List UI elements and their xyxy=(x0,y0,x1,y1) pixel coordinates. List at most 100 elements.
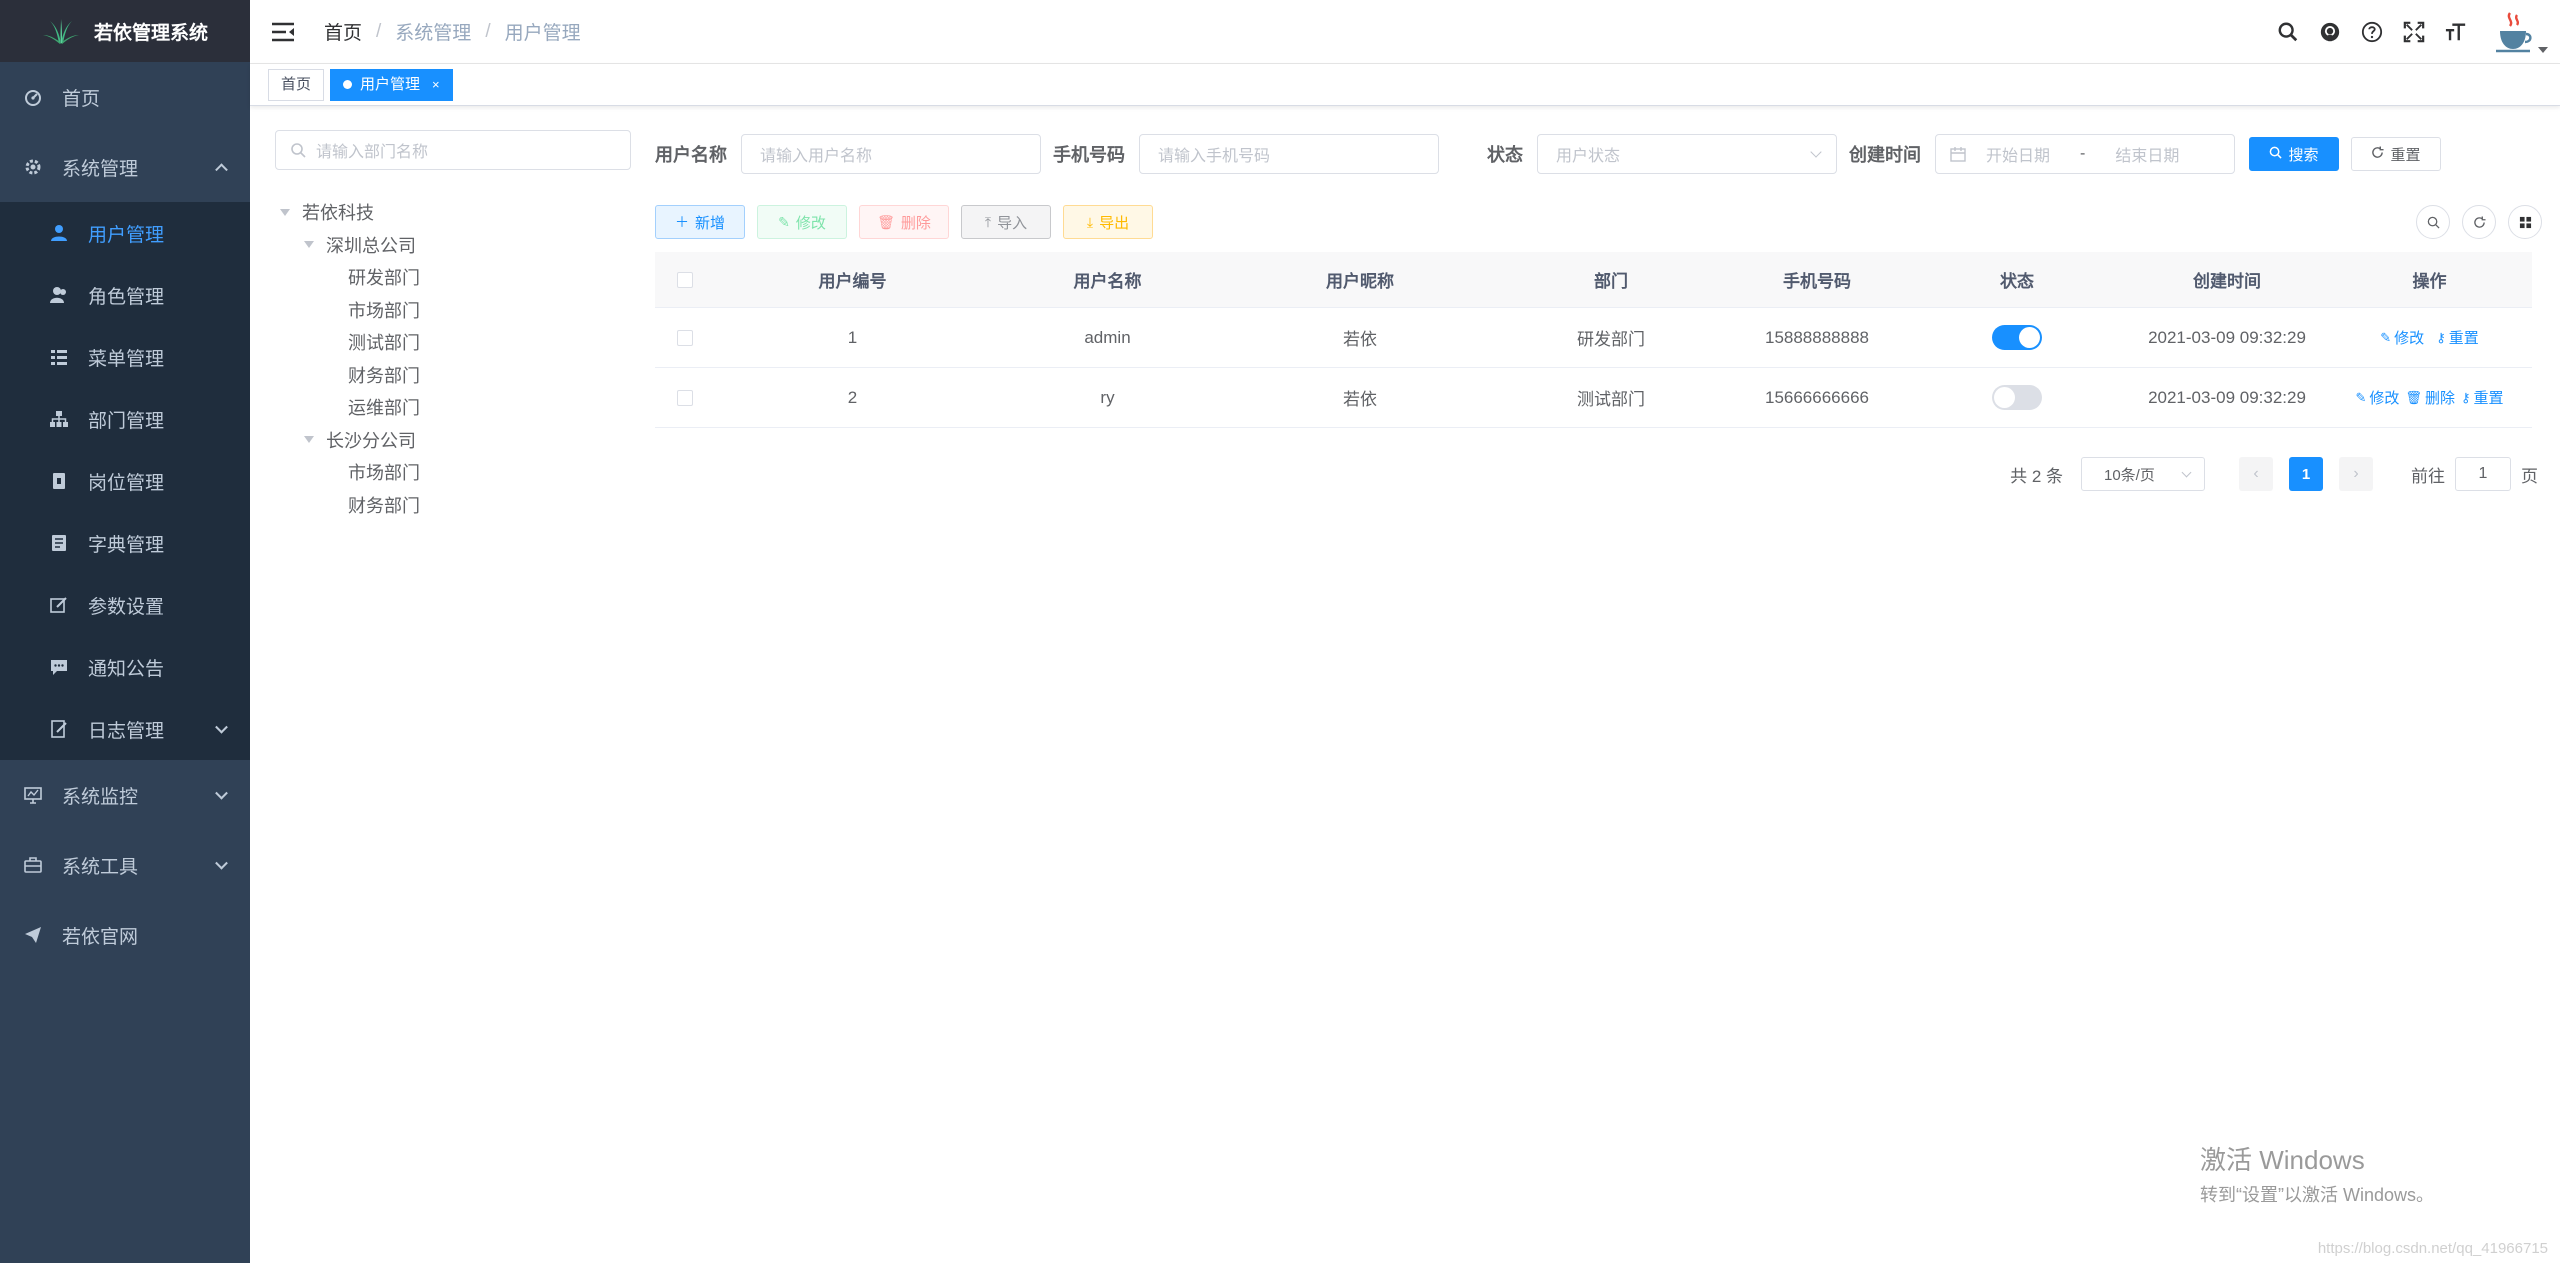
toggle-search-button[interactable] xyxy=(2416,205,2450,239)
page-size-value: 10条/页 xyxy=(2104,466,2155,484)
edit-link[interactable]: ✎ 修改 xyxy=(2380,327,2424,348)
edit-icon: ✎ xyxy=(2355,389,2367,405)
tree-node[interactable]: 测试部门 xyxy=(280,326,420,359)
edit-button[interactable]: ✎ 修改 xyxy=(757,205,847,239)
reset-link-label: 重置 xyxy=(2473,390,2504,407)
sidebar-item-tools[interactable]: 系统工具 xyxy=(0,830,250,900)
breadcrumb-home[interactable]: 首页 xyxy=(324,18,362,45)
sidebar-item-label: 岗位管理 xyxy=(88,472,165,494)
tree-node-label: 市场部门 xyxy=(348,300,420,321)
delete-button[interactable]: 🗑 删除 xyxy=(859,205,949,239)
tag-user-management[interactable]: 用户管理 × xyxy=(330,68,453,101)
sidebar-item-monitor[interactable]: 系统监控 xyxy=(0,760,250,830)
column-header: 状态 xyxy=(2000,272,2034,291)
next-page-button[interactable]: › xyxy=(2339,457,2373,491)
close-icon[interactable]: × xyxy=(432,70,440,100)
caret-down-icon xyxy=(2538,47,2548,53)
user-id-cell: 1 xyxy=(847,327,858,347)
avatar[interactable] xyxy=(2490,9,2548,55)
goto-page-input[interactable]: 1 xyxy=(2455,457,2511,491)
dept-cell: 测试部门 xyxy=(1577,390,1645,409)
right-toolbar xyxy=(2404,205,2542,239)
status-switch[interactable] xyxy=(1992,385,2042,410)
sidebar-item-label: 参数设置 xyxy=(88,596,165,618)
reset-password-link[interactable]: ⚷ 重置 xyxy=(2436,327,2479,348)
download-icon: ⤓ xyxy=(1086,213,1094,230)
caret-down-icon[interactable] xyxy=(304,436,314,444)
reset-button[interactable]: 重置 xyxy=(2351,137,2441,171)
hamburger-icon[interactable] xyxy=(270,21,296,43)
tree-node[interactable]: 财务部门 xyxy=(280,489,420,522)
status-switch[interactable] xyxy=(1992,325,2042,350)
select-all-checkbox[interactable] xyxy=(677,271,693,288)
sidebar-item-notice[interactable]: 通知公告 xyxy=(0,636,250,698)
page-size-select[interactable]: 10条/页 xyxy=(2081,457,2205,491)
tree-node[interactable]: 若依科技 xyxy=(280,196,420,229)
export-button[interactable]: ⤓ 导出 xyxy=(1063,205,1153,239)
sidebar-item-menu-management[interactable]: 菜单管理 xyxy=(0,326,250,388)
send-icon xyxy=(24,926,42,944)
sidebar-item-role-management[interactable]: 角色管理 xyxy=(0,264,250,326)
caret-down-icon[interactable] xyxy=(304,241,314,249)
sidebar: 若依管理系统 首页 系统管理 用户管理 角色管理 菜单管理 部门管理 岗位管理 … xyxy=(0,0,250,1263)
tree-node[interactable]: 深圳总公司 xyxy=(280,229,420,262)
tree-node[interactable]: 长沙分公司 xyxy=(280,424,420,457)
date-range-picker[interactable]: 开始日期 - 结束日期 xyxy=(1935,134,2235,174)
page-number-current[interactable]: 1 xyxy=(2289,457,2323,491)
sidebar-item-log-management[interactable]: 日志管理 xyxy=(0,698,250,760)
search-button[interactable]: 搜索 xyxy=(2249,137,2339,171)
sidebar-item-system[interactable]: 系统管理 xyxy=(0,132,250,202)
tree-node[interactable]: 财务部门 xyxy=(280,359,420,392)
table-toolbar: ＋ 新增 ✎ 修改 🗑 删除 ⤒ 导入 ⤓ 导出 xyxy=(655,205,1165,239)
tree-node-label: 深圳总公司 xyxy=(326,235,416,256)
edit-icon: ✎ xyxy=(778,213,790,230)
columns-button[interactable] xyxy=(2508,205,2542,239)
github-icon[interactable] xyxy=(2318,20,2342,44)
font-size-icon[interactable] xyxy=(2444,20,2468,44)
tree-node[interactable]: 研发部门 xyxy=(280,261,420,294)
tree-node-label: 财务部门 xyxy=(348,365,420,386)
fullscreen-icon[interactable] xyxy=(2402,20,2426,44)
sidebar-item-user-management[interactable]: 用户管理 xyxy=(0,202,250,264)
pagination: 共 2 条 10条/页 ‹ 1 › 前往 1 页 xyxy=(2010,456,2538,492)
main-content: 请输入部门名称 若依科技 深圳总公司 研发部门 市场部门 测试部门 财务部门 运… xyxy=(250,106,2560,1263)
tree-node[interactable]: 市场部门 xyxy=(280,456,420,489)
refresh-button[interactable] xyxy=(2462,205,2496,239)
chevron-left-icon: ‹ xyxy=(2253,465,2259,482)
caret-down-icon[interactable] xyxy=(280,208,290,216)
sidebar-item-label: 字典管理 xyxy=(88,534,165,556)
dept-search-input[interactable]: 请输入部门名称 xyxy=(275,130,631,170)
sidebar-item-dict-management[interactable]: 字典管理 xyxy=(0,512,250,574)
row-checkbox[interactable] xyxy=(677,389,693,406)
sidebar-item-post-management[interactable]: 岗位管理 xyxy=(0,450,250,512)
sidebar-item-dept-management[interactable]: 部门管理 xyxy=(0,388,250,450)
search-button-label: 搜索 xyxy=(2288,146,2319,164)
question-icon[interactable] xyxy=(2360,20,2384,44)
sidebar-item-param-settings[interactable]: 参数设置 xyxy=(0,574,250,636)
phone-input[interactable]: 请输入手机号码 xyxy=(1139,134,1439,174)
status-select[interactable]: 用户状态 xyxy=(1537,134,1837,174)
sidebar-item-label: 角色管理 xyxy=(88,286,165,308)
row-checkbox[interactable] xyxy=(677,329,693,346)
phone-placeholder: 请输入手机号码 xyxy=(1158,148,1271,165)
username-input[interactable]: 请输入用户名称 xyxy=(741,134,1041,174)
add-button[interactable]: ＋ 新增 xyxy=(655,205,745,239)
tag-home[interactable]: 首页 xyxy=(268,68,325,101)
sidebar-item-label: 系统监控 xyxy=(62,786,139,808)
edit-link[interactable]: ✎ 修改 xyxy=(2356,387,2400,408)
sidebar-item-website[interactable]: 若依官网 xyxy=(0,900,250,970)
delete-link[interactable]: 🗑 删除 xyxy=(2405,387,2455,408)
tree-node-label: 研发部门 xyxy=(348,268,420,289)
search-icon xyxy=(2427,216,2440,229)
search-icon[interactable] xyxy=(2276,20,2300,44)
tree-node[interactable]: 市场部门 xyxy=(280,294,420,327)
user-icon xyxy=(50,224,68,242)
sidebar-item-home[interactable]: 首页 xyxy=(0,62,250,132)
column-header: 用户编号 xyxy=(818,272,887,291)
tree-node[interactable]: 运维部门 xyxy=(280,391,420,424)
sidebar-logo[interactable]: 若依管理系统 xyxy=(0,0,250,62)
prev-page-button[interactable]: ‹ xyxy=(2239,457,2273,491)
import-button[interactable]: ⤒ 导入 xyxy=(961,205,1051,239)
sidebar-item-label: 菜单管理 xyxy=(88,348,165,370)
reset-password-link[interactable]: ⚷ 重置 xyxy=(2461,387,2504,408)
